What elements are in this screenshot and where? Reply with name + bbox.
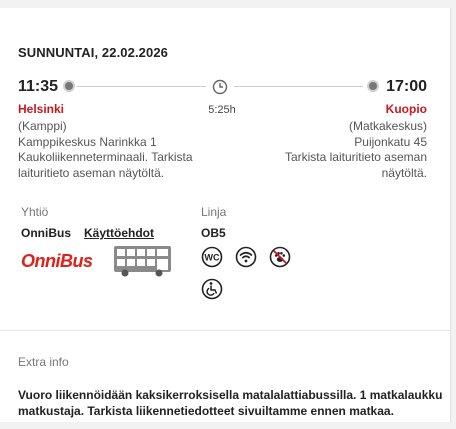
route-line <box>234 86 363 87</box>
no-pets-icon <box>269 246 291 268</box>
wifi-icon <box>235 246 257 268</box>
terms-link[interactable]: Käyttöehdot <box>84 226 154 240</box>
double-decker-bus-icon <box>114 246 171 277</box>
departure-station: (Kamppi) <box>18 119 67 133</box>
route-line <box>77 86 206 87</box>
trip-details-card: SUNNUNTAI, 22.02.2026 11:35 17:00 5:25h … <box>0 8 451 422</box>
extra-info-line: Vuoro liikennöidään kaksikerroksisella m… <box>18 388 443 402</box>
arrival-dot-icon <box>367 80 379 92</box>
wheelchair-icon <box>201 278 223 300</box>
arrival-city: Kuopio <box>385 102 427 116</box>
arrival-address-line: näytöltä. <box>381 165 427 180</box>
arrival-address-line: Tarkista laituritieto aseman <box>284 150 427 164</box>
arrival-station: (Matkakeskus) <box>348 119 427 133</box>
operator-name: OnniBus <box>21 226 71 240</box>
line-code: OB5 <box>201 226 226 240</box>
arrival-address-line: Puijonkatu 45 <box>354 134 427 149</box>
line-label: Linja <box>201 205 227 219</box>
extra-info-line: matkustaja. Tarkista liikennetiedotteet … <box>18 404 394 418</box>
departure-address-line: laituritieto aseman näytöltä. <box>18 165 165 180</box>
arrival-time: 17:00 <box>386 78 427 95</box>
company-label: Yhtiö <box>21 205 49 219</box>
departure-dot-icon <box>63 80 75 92</box>
trip-duration: 5:25h <box>208 104 236 116</box>
clock-icon <box>212 79 228 95</box>
departure-time: 11:35 <box>18 78 59 95</box>
wc-icon: WC <box>201 246 223 268</box>
departure-address-line: Kamppikeskus Narinkka 1 <box>18 134 157 149</box>
trip-date: SUNNUNTAI, 22.02.2026 <box>18 45 168 60</box>
arrival-details: (Matkakeskus) Puijonkatu 45 Tarkista lai… <box>247 119 427 181</box>
departure-details: (Kamppi) Kamppikeskus Narinkka 1 Kaukoli… <box>18 119 208 181</box>
section-divider <box>0 330 450 331</box>
onnibus-logo: OnniBus <box>21 251 93 271</box>
svg-text:WC: WC <box>205 253 220 263</box>
departure-address-line: Kaukoliikenneterminaali. Tarkista <box>18 150 193 164</box>
extra-info-text: Vuoro liikennöidään kaksikerroksisella m… <box>18 387 450 419</box>
extra-info-title: Extra info <box>18 355 69 369</box>
departure-city: Helsinki <box>18 102 65 116</box>
